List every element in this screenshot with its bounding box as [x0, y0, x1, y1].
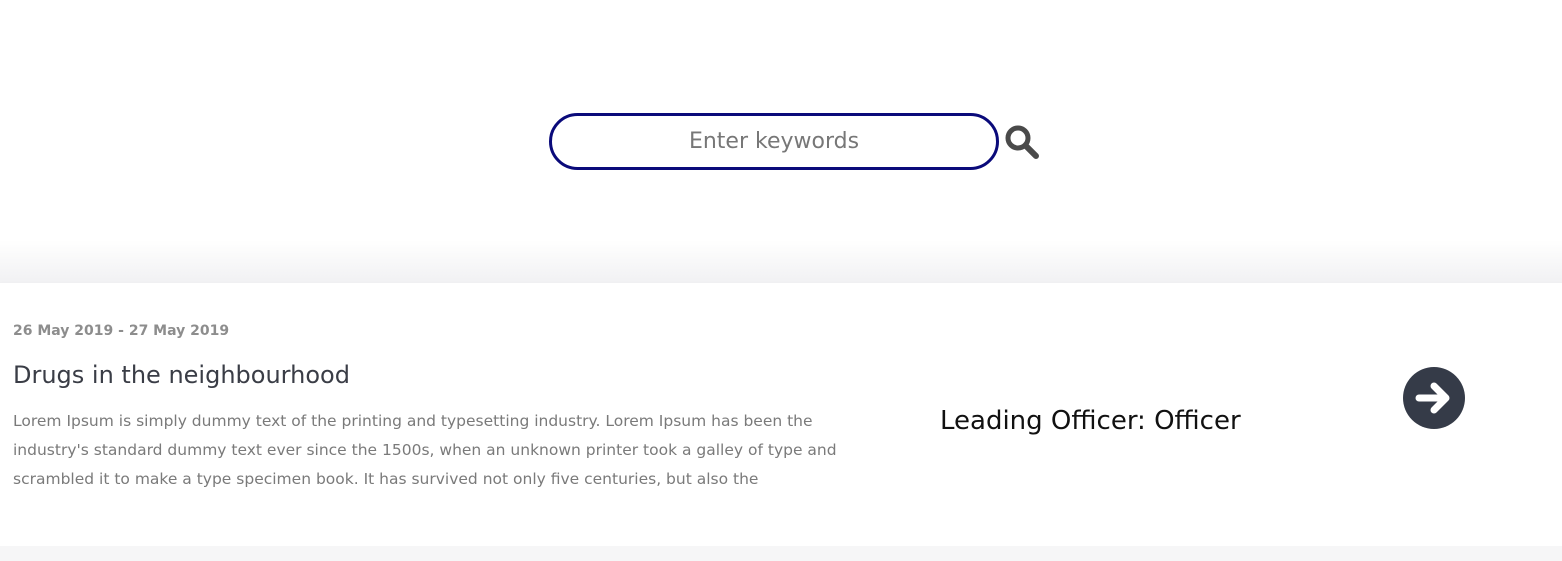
page: 26 May 2019 - 27 May 2019 Drugs in the n…: [0, 0, 1562, 561]
search-button[interactable]: [1003, 123, 1041, 161]
search-icon: [1005, 125, 1039, 159]
arrow-right-icon: [1415, 382, 1450, 414]
bottom-divider: [0, 546, 1562, 561]
event-description: Lorem Ipsum is simply dummy text of the …: [13, 412, 837, 488]
event-title[interactable]: Drugs in the neighbourhood: [13, 361, 350, 389]
search-section: [0, 0, 1562, 283]
search-input[interactable]: [549, 113, 999, 170]
search-bar: [549, 113, 1041, 170]
event-date: 26 May 2019 - 27 May 2019: [13, 323, 230, 339]
leading-officer: Leading Officer: Officer: [940, 406, 1241, 436]
view-event-button[interactable]: [1403, 367, 1465, 429]
event-card[interactable]: 26 May 2019 - 27 May 2019 Drugs in the n…: [0, 283, 1562, 546]
